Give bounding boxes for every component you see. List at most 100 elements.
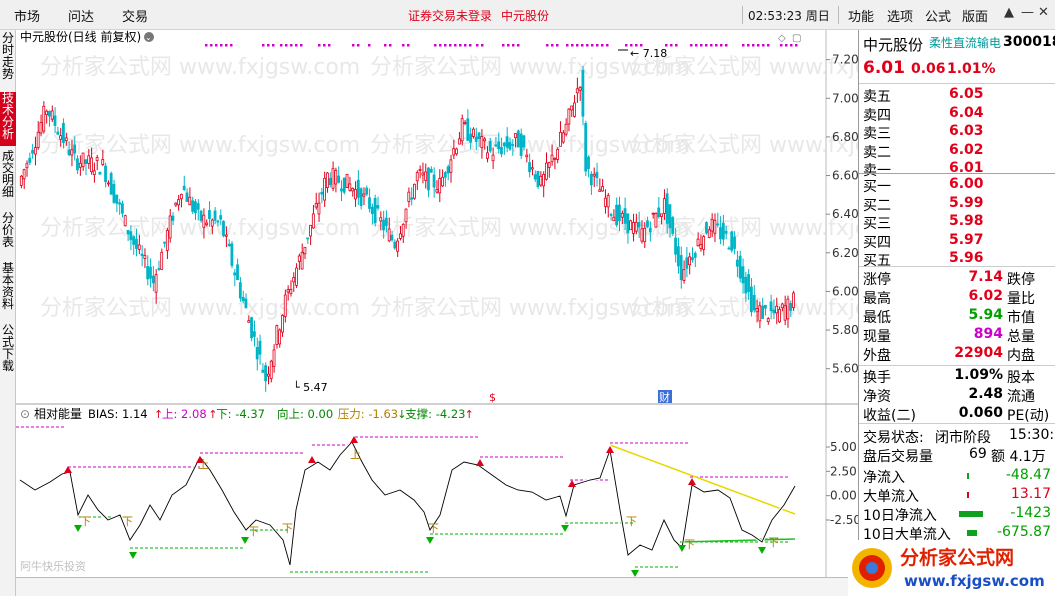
finance-marker[interactable]: 财 bbox=[659, 390, 670, 404]
ask-label: 卖二 bbox=[863, 144, 891, 161]
candle-body bbox=[179, 193, 183, 200]
candle-body bbox=[196, 203, 200, 210]
price-tick-label: 6.40 bbox=[832, 207, 858, 221]
candle-body bbox=[382, 219, 385, 231]
candle-body bbox=[106, 182, 110, 185]
candle-body bbox=[710, 218, 714, 232]
signal-dot bbox=[790, 44, 793, 47]
indicator-dropdown-icon[interactable]: ⊙ bbox=[20, 407, 30, 421]
signal-dot bbox=[300, 44, 303, 47]
signal-dot bbox=[328, 44, 331, 47]
stat-label: 最高 bbox=[863, 291, 891, 307]
signal-dot bbox=[581, 44, 584, 47]
menu-formula[interactable]: 公式 bbox=[925, 6, 951, 25]
candle-body bbox=[368, 197, 371, 209]
candle-body bbox=[323, 177, 326, 201]
candle-body bbox=[668, 204, 672, 229]
candle-body bbox=[393, 241, 397, 249]
candle-body bbox=[345, 173, 349, 188]
signal-dot bbox=[402, 44, 405, 47]
candle-body bbox=[463, 122, 467, 125]
diamond-icon[interactable]: ◇ bbox=[778, 33, 786, 44]
candle-body bbox=[544, 162, 548, 180]
candle-body bbox=[87, 155, 91, 164]
candle-body bbox=[752, 294, 756, 311]
candle-body bbox=[342, 177, 346, 193]
stat-value: 894 bbox=[973, 326, 1003, 342]
candle-body bbox=[160, 251, 164, 270]
candle-body bbox=[325, 172, 329, 188]
signal-dot bbox=[459, 44, 462, 47]
candle-body bbox=[67, 149, 71, 156]
close-icon[interactable]: ✕ bbox=[1038, 5, 1049, 20]
candle-body bbox=[573, 102, 576, 117]
event-marker[interactable]: $ bbox=[489, 391, 496, 404]
candle-body bbox=[443, 172, 447, 178]
candle-body bbox=[328, 177, 332, 186]
candle-body bbox=[421, 172, 425, 176]
signal-dot bbox=[606, 44, 609, 47]
signal-dot bbox=[747, 44, 750, 47]
stat-label: 现量 bbox=[863, 329, 891, 345]
expand-icon[interactable]: ▢ bbox=[792, 33, 801, 44]
up-arrow-icon[interactable]: ▲ bbox=[1004, 5, 1014, 20]
status-value: 闭市阶段 bbox=[935, 430, 991, 446]
candle-body bbox=[474, 136, 478, 142]
stock-code: 300018 bbox=[1003, 34, 1055, 50]
candle-body bbox=[486, 152, 489, 159]
price-tick-label: 5.60 bbox=[832, 362, 858, 376]
candle-body bbox=[477, 132, 481, 140]
minimize-icon[interactable]: — bbox=[1021, 5, 1034, 20]
concept-label[interactable]: 柔性直流输电 bbox=[929, 34, 1001, 51]
candle-body bbox=[286, 289, 290, 293]
price-tick-label: 5.80 bbox=[832, 323, 858, 337]
candle-body bbox=[530, 167, 534, 170]
candle-body bbox=[733, 236, 736, 249]
signal-dot bbox=[357, 44, 360, 47]
candle-body bbox=[120, 203, 124, 214]
candle-body bbox=[724, 230, 728, 234]
candle-body bbox=[735, 259, 739, 267]
candle-body bbox=[233, 272, 237, 276]
price-change: 0.06 bbox=[911, 61, 946, 77]
candle-body bbox=[334, 170, 338, 185]
candle-body bbox=[559, 131, 562, 147]
candle-body bbox=[404, 208, 408, 223]
candle-body bbox=[626, 213, 630, 234]
price-tick-label: 7.20 bbox=[832, 53, 858, 67]
menu-layout[interactable]: 版面 bbox=[962, 6, 988, 25]
status-value: 69 bbox=[969, 446, 987, 462]
signal-dot bbox=[546, 44, 549, 47]
site-logo: 分析家公式网 www.fxjgsw.com bbox=[848, 540, 1055, 596]
candle-body bbox=[264, 365, 268, 382]
candle-body bbox=[516, 130, 520, 148]
stock-name: 中元股份 bbox=[863, 36, 924, 54]
signal-dot bbox=[710, 44, 713, 47]
indicator-value: 下: -4.37 bbox=[216, 407, 265, 421]
candle-body bbox=[471, 128, 475, 137]
candle-body bbox=[592, 173, 596, 177]
candle-body bbox=[575, 88, 579, 94]
candle-body bbox=[603, 197, 607, 207]
candle-body bbox=[129, 231, 133, 241]
kline-chart-area[interactable]: 分析家公式网 www.fxjgsw.com 分析家公式网 www.fxjgsw.c… bbox=[0, 0, 858, 596]
candle-body bbox=[365, 187, 369, 195]
candle-body bbox=[749, 286, 753, 313]
stat-label: 收益(二) bbox=[863, 408, 916, 424]
menu-options[interactable]: 选项 bbox=[887, 6, 913, 25]
up-signal-arrow bbox=[308, 456, 316, 463]
candle-body bbox=[269, 360, 273, 379]
indicator-tick-label: 0.00 bbox=[830, 489, 857, 503]
down-signal-arrow bbox=[241, 537, 249, 544]
bid-label: 买四 bbox=[863, 234, 891, 251]
candle-body bbox=[772, 309, 776, 314]
indicator-name[interactable]: 相对能量 bbox=[34, 407, 82, 421]
flow-value: -1423 bbox=[1010, 505, 1051, 521]
ask-price: 6.04 bbox=[949, 104, 984, 121]
signal-dot bbox=[220, 44, 223, 47]
status-label: 交易状态: bbox=[863, 430, 924, 446]
candle-body bbox=[561, 132, 565, 143]
ask-price: 6.03 bbox=[949, 123, 984, 139]
candle-body bbox=[84, 159, 88, 164]
candle-body bbox=[429, 168, 433, 173]
